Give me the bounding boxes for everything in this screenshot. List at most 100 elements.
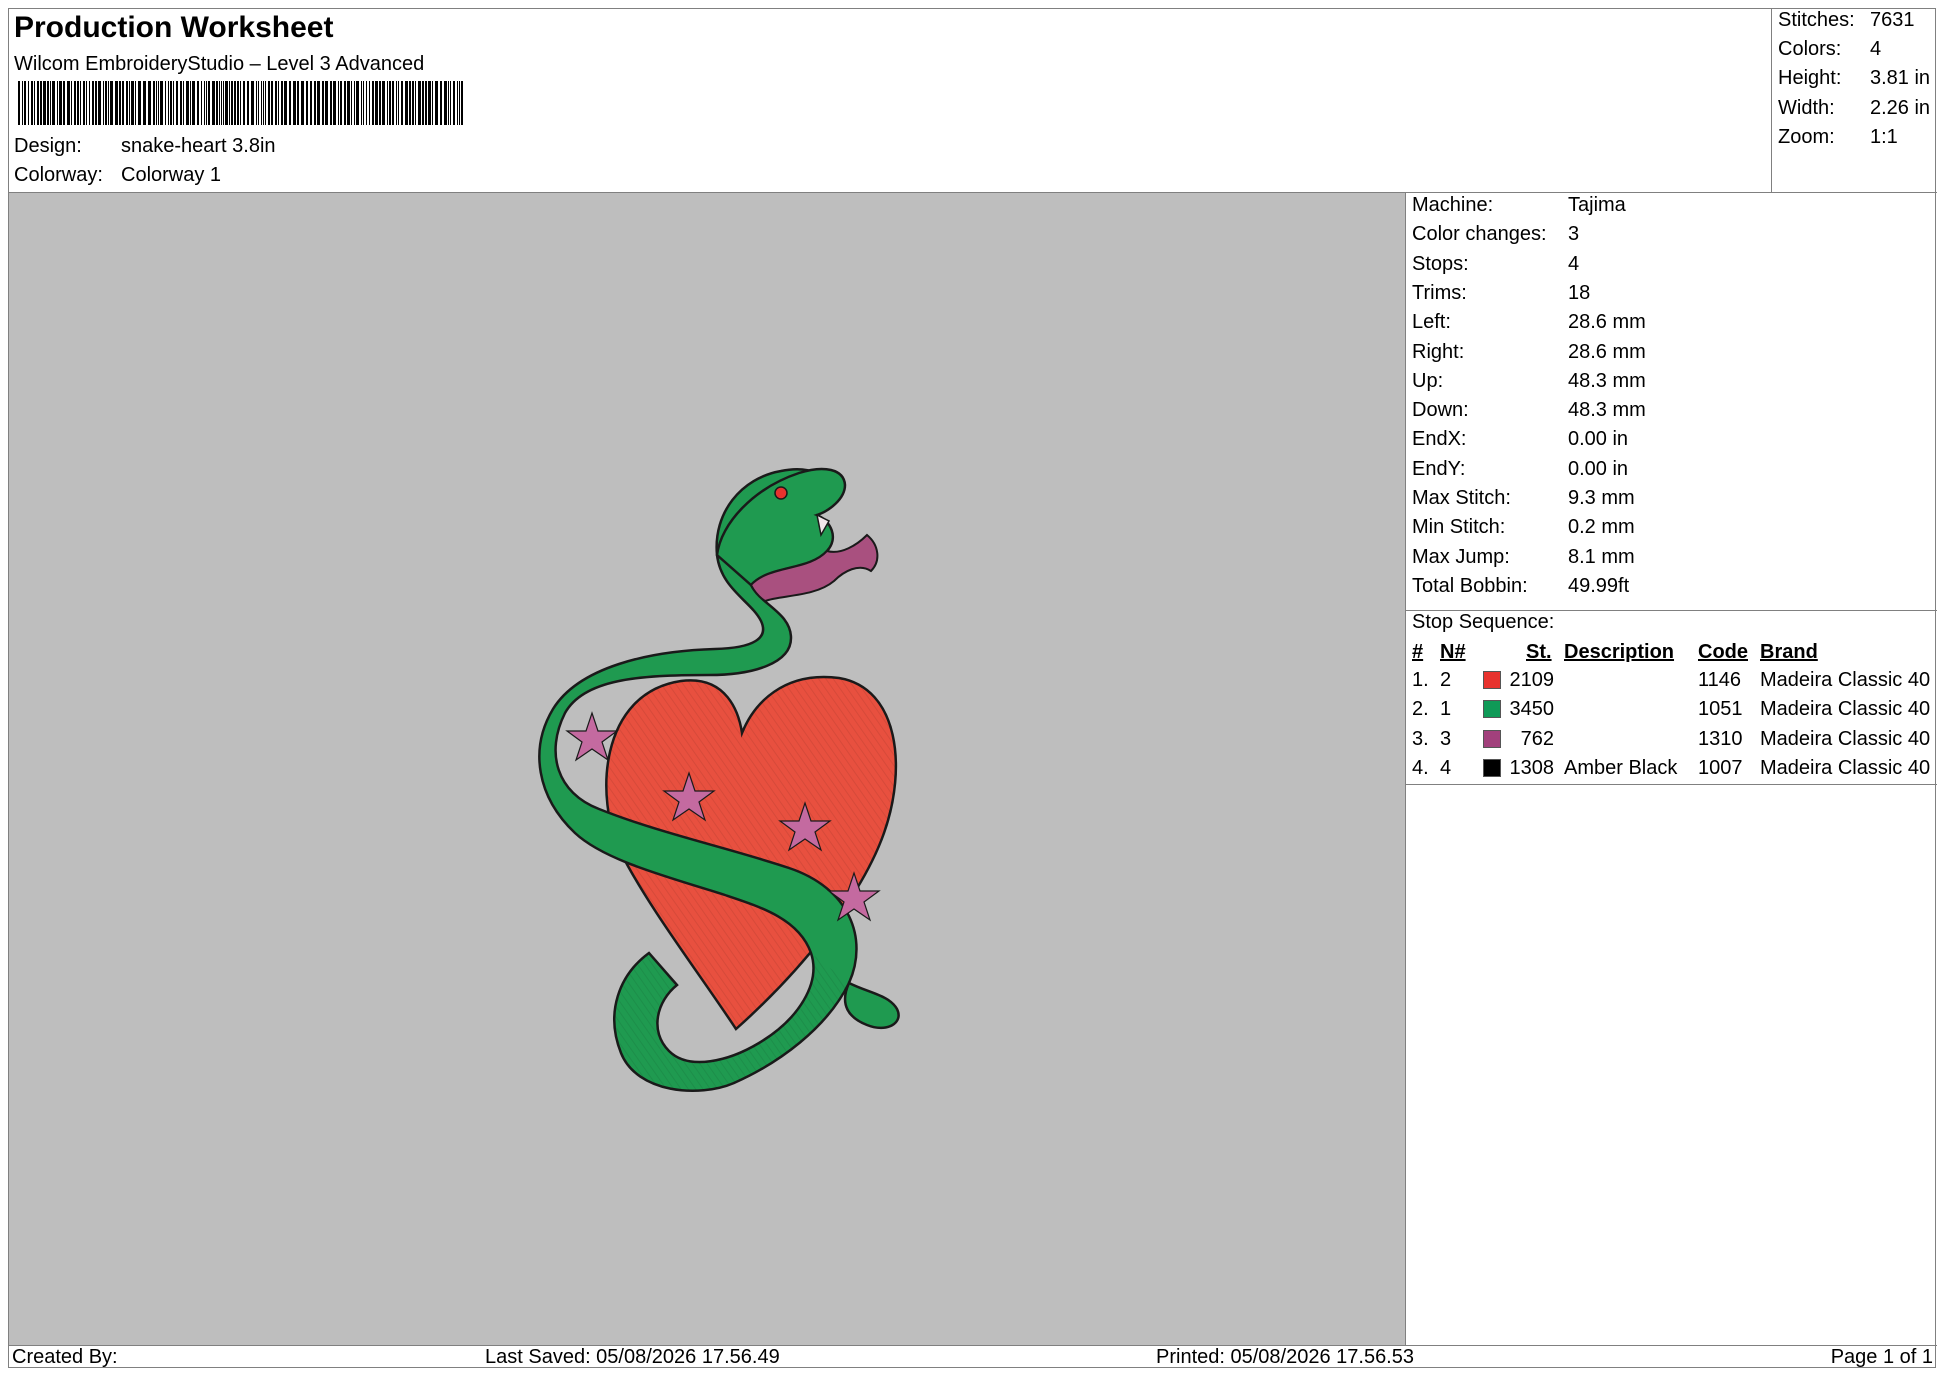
stat-value: 2.26 in <box>1870 97 1931 119</box>
needle-num: 1 <box>1440 698 1452 721</box>
worksheet-header: Production Worksheet Wilcom EmbroiderySt… <box>9 9 1772 193</box>
thread-code: 1310 <box>1698 727 1743 750</box>
colorway-row: Colorway: Colorway 1 <box>14 164 221 187</box>
stat-label: Zoom: <box>1778 126 1835 148</box>
machine-info-row: EndY: 0.00 in <box>1412 458 1628 481</box>
page-title: Production Worksheet <box>14 11 334 44</box>
stat-zoom: Zoom: 1:1 <box>1778 126 1898 149</box>
thread-code: 1007 <box>1698 756 1743 779</box>
thread-brand: Madeira Classic 40 <box>1760 756 1931 779</box>
info-label: Down: <box>1412 399 1469 422</box>
divider <box>1406 784 1937 785</box>
machine-info-row: Machine: Tajima <box>1412 194 1626 217</box>
created-by: Created By: <box>12 1346 118 1368</box>
stat-width: Width: 2.26 in <box>1778 97 1930 120</box>
snake-tail <box>843 981 900 1030</box>
machine-info-row: Down: 48.3 mm <box>1412 399 1646 422</box>
info-value: 9.3 mm <box>1568 487 1635 509</box>
col-header-description: Description <box>1564 641 1675 663</box>
machine-info-row: Right: 28.6 mm <box>1412 341 1646 364</box>
printed-date: Printed: 05/08/2026 17.56.53 <box>1156 1346 1414 1368</box>
stop-num: 1. <box>1412 669 1429 691</box>
thread-color-swatch <box>1483 700 1501 719</box>
info-label: EndX: <box>1412 428 1467 451</box>
stitch-count: 762 <box>1520 727 1554 750</box>
stat-value: 1:1 <box>1870 126 1898 148</box>
machine-info-row: Left: 28.6 mm <box>1412 311 1646 334</box>
info-value: 4 <box>1568 252 1580 275</box>
info-label: Stops: <box>1412 252 1469 275</box>
barcode <box>18 81 463 125</box>
design-preview <box>9 193 1406 1345</box>
info-value: 0.2 mm <box>1568 516 1635 539</box>
info-label: Right: <box>1412 340 1465 363</box>
stat-stitches: Stitches: 7631 <box>1778 9 1915 32</box>
machine-info-panel: Machine: Tajima Color changes: 3 Stops: 4 Trim… <box>1406 193 1937 1345</box>
colorway-value: Colorway 1 <box>121 164 222 186</box>
worksheet-footer: Created By: Last Saved: 05/08/2026 17.56… <box>9 1345 1937 1369</box>
stat-height: Height: 3.81 in <box>1778 67 1930 90</box>
info-label: Left: <box>1412 311 1451 334</box>
info-label: Total Bobbin: <box>1412 574 1528 597</box>
thread-color-swatch <box>1483 729 1501 748</box>
machine-info-row: Color changes: 3 <box>1412 223 1579 246</box>
worksheet-frame: Production Worksheet Wilcom EmbroiderySt… <box>8 8 1937 1369</box>
info-value: 28.6 mm <box>1568 311 1646 334</box>
stat-label: Height: <box>1778 67 1842 89</box>
needle-num: 4 <box>1440 756 1452 779</box>
info-value: 18 <box>1568 281 1591 304</box>
col-header-brand: Brand <box>1760 641 1818 663</box>
stat-value: 4 <box>1870 38 1882 60</box>
info-label: EndY: <box>1412 457 1466 480</box>
machine-info-row: Max Jump: 8.1 mm <box>1412 546 1635 569</box>
col-header-num: # <box>1412 641 1424 663</box>
design-label: Design: <box>14 135 82 157</box>
stop-num: 2. <box>1412 698 1429 721</box>
stop-num: 3. <box>1412 727 1429 750</box>
stitch-count: 1308 <box>1509 756 1555 779</box>
machine-info-row: Total Bobbin: 49.99ft <box>1412 575 1629 598</box>
col-header-st: St. <box>1526 641 1552 663</box>
thread-brand: Madeira Classic 40 <box>1760 698 1931 721</box>
col-header-code: Code <box>1698 641 1748 663</box>
info-label: Up: <box>1412 369 1444 392</box>
design-preview-image <box>538 467 900 1093</box>
thread-brand: Madeira Classic 40 <box>1760 669 1931 691</box>
info-label: Max Stitch: <box>1412 487 1511 509</box>
info-value: 49.99ft <box>1568 574 1630 597</box>
info-label: Max Jump: <box>1412 545 1510 568</box>
info-value: 48.3 mm <box>1568 369 1646 392</box>
stitch-count: 2109 <box>1509 669 1555 691</box>
thread-code: 1051 <box>1698 698 1743 721</box>
stat-label: Width: <box>1778 97 1835 119</box>
page-number: Page 1 of 1 <box>1830 1346 1933 1368</box>
thread-color-swatch <box>1483 671 1501 689</box>
info-label: Trims: <box>1412 281 1467 304</box>
info-value: 0.00 in <box>1568 428 1629 451</box>
last-saved: Last Saved: 05/08/2026 17.56.49 <box>485 1346 780 1368</box>
info-label: Machine: <box>1412 194 1494 216</box>
design-value: snake-heart 3.8in <box>121 135 276 157</box>
stat-label: Stitches: <box>1778 9 1855 31</box>
machine-info-row: Up: 48.3 mm <box>1412 370 1646 393</box>
colorway-label: Colorway: <box>14 164 103 186</box>
stat-value: 7631 <box>1870 9 1915 31</box>
stop-num: 4. <box>1412 756 1429 779</box>
stat-colors: Colors: 4 <box>1778 38 1881 61</box>
stitch-count: 3450 <box>1509 698 1555 721</box>
thread-color-swatch <box>1483 758 1501 777</box>
needle-num: 3 <box>1440 727 1452 750</box>
info-value: 48.3 mm <box>1568 399 1646 422</box>
thread-description: Amber Black <box>1564 756 1678 779</box>
thread-code: 1146 <box>1698 669 1742 691</box>
info-value: Tajima <box>1568 194 1626 216</box>
info-value: 28.6 mm <box>1568 340 1646 363</box>
needle-num: 2 <box>1440 669 1452 691</box>
design-row: Design: snake-heart 3.8in <box>14 135 276 158</box>
machine-info-row: Min Stitch: 0.2 mm <box>1412 516 1635 539</box>
stat-value: 3.81 in <box>1870 67 1931 89</box>
info-value: 3 <box>1568 223 1580 246</box>
stat-label: Colors: <box>1778 38 1842 60</box>
info-value: 0.00 in <box>1568 457 1629 480</box>
machine-info-row: Max Stitch: 9.3 mm <box>1412 487 1635 510</box>
